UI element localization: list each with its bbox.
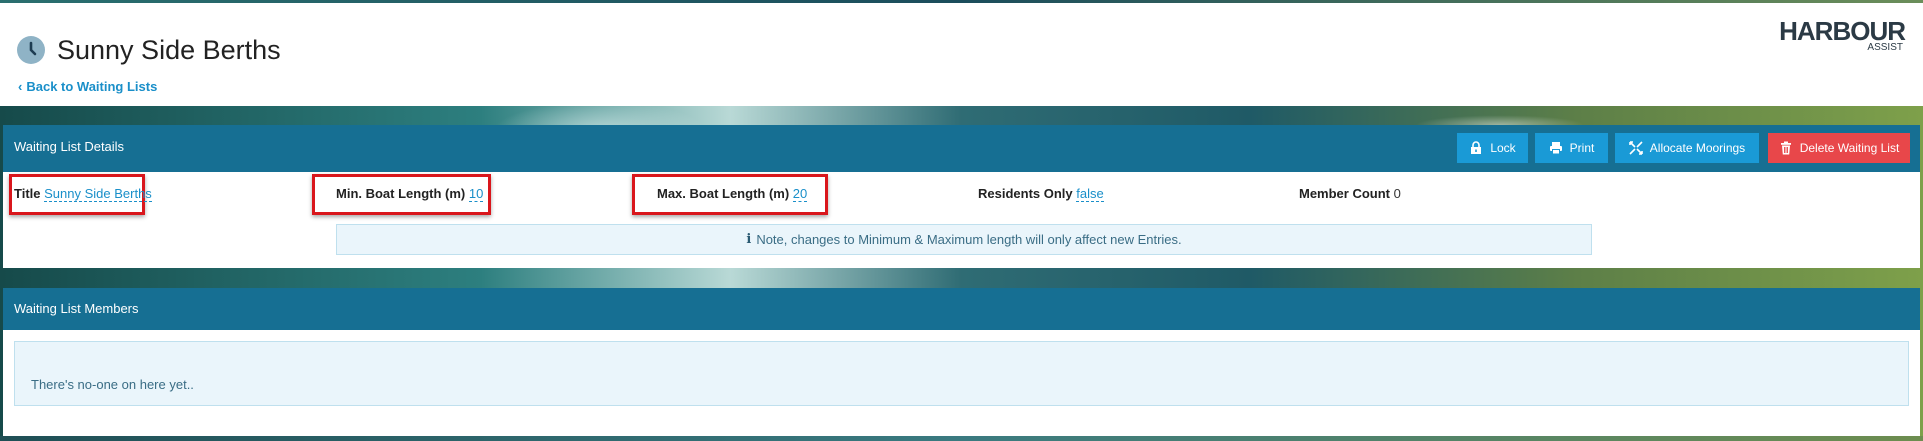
- title-value[interactable]: Sunny Side Berths: [44, 186, 152, 202]
- print-icon: [1549, 141, 1563, 155]
- clock-icon: [17, 36, 45, 64]
- harbour-assist-logo: HARBOUR ASSIST: [1779, 16, 1906, 53]
- details-section-header: Waiting List Details Lock Print Allocate…: [3, 125, 1920, 172]
- delete-waiting-list-button[interactable]: Delete Waiting List: [1768, 133, 1910, 163]
- lock-icon: [1469, 141, 1483, 155]
- info-icon: i: [746, 232, 752, 247]
- min-boat-length-value[interactable]: 10: [468, 186, 484, 202]
- title-label: Title: [14, 186, 41, 201]
- members-panel: There's no-one on here yet..: [3, 330, 1920, 436]
- title-field: Title Sunny Side Berths: [14, 186, 152, 202]
- residents-only-field: Residents Only false: [978, 186, 1104, 202]
- page-header: Sunny Side Berths ‹ Back to Waiting Lists…: [0, 3, 1923, 106]
- page-title: Sunny Side Berths: [57, 35, 281, 65]
- empty-members-message: There's no-one on here yet..: [14, 341, 1909, 406]
- residents-only-value[interactable]: false: [1076, 186, 1104, 202]
- trash-icon: [1779, 141, 1793, 155]
- allocate-icon: [1628, 141, 1643, 155]
- allocate-moorings-button[interactable]: Allocate Moorings: [1615, 133, 1759, 163]
- length-change-note: i Note, changes to Minimum & Maximum len…: [336, 224, 1592, 255]
- max-boat-length-label: Max. Boat Length (m): [657, 186, 790, 201]
- back-to-waiting-lists-link[interactable]: ‹ Back to Waiting Lists: [18, 79, 157, 95]
- member-count-value: 0: [1393, 186, 1401, 201]
- details-section-title: Waiting List Details: [14, 139, 125, 154]
- background-strip-bottom: [0, 436, 1923, 441]
- member-count-field: Member Count 0: [1299, 186, 1401, 202]
- members-section-header: Waiting List Members: [3, 288, 1920, 330]
- note-text: Note, changes to Minimum & Maximum lengt…: [756, 232, 1182, 247]
- min-boat-length-field: Min. Boat Length (m) 10: [336, 186, 484, 202]
- max-boat-length-value[interactable]: 20: [792, 186, 808, 202]
- members-section-title: Waiting List Members: [14, 301, 139, 316]
- chevron-left-icon: ‹: [18, 79, 23, 94]
- details-panel: Title Sunny Side Berths Min. Boat Length…: [3, 172, 1920, 268]
- max-boat-length-field: Max. Boat Length (m) 20: [657, 186, 808, 202]
- lock-button[interactable]: Lock: [1457, 133, 1528, 163]
- residents-only-label: Residents Only: [978, 186, 1073, 201]
- print-button[interactable]: Print: [1535, 133, 1608, 163]
- back-link-label: Back to Waiting Lists: [26, 79, 158, 94]
- min-boat-length-label: Min. Boat Length (m): [336, 186, 466, 201]
- member-count-label: Member Count: [1299, 186, 1390, 201]
